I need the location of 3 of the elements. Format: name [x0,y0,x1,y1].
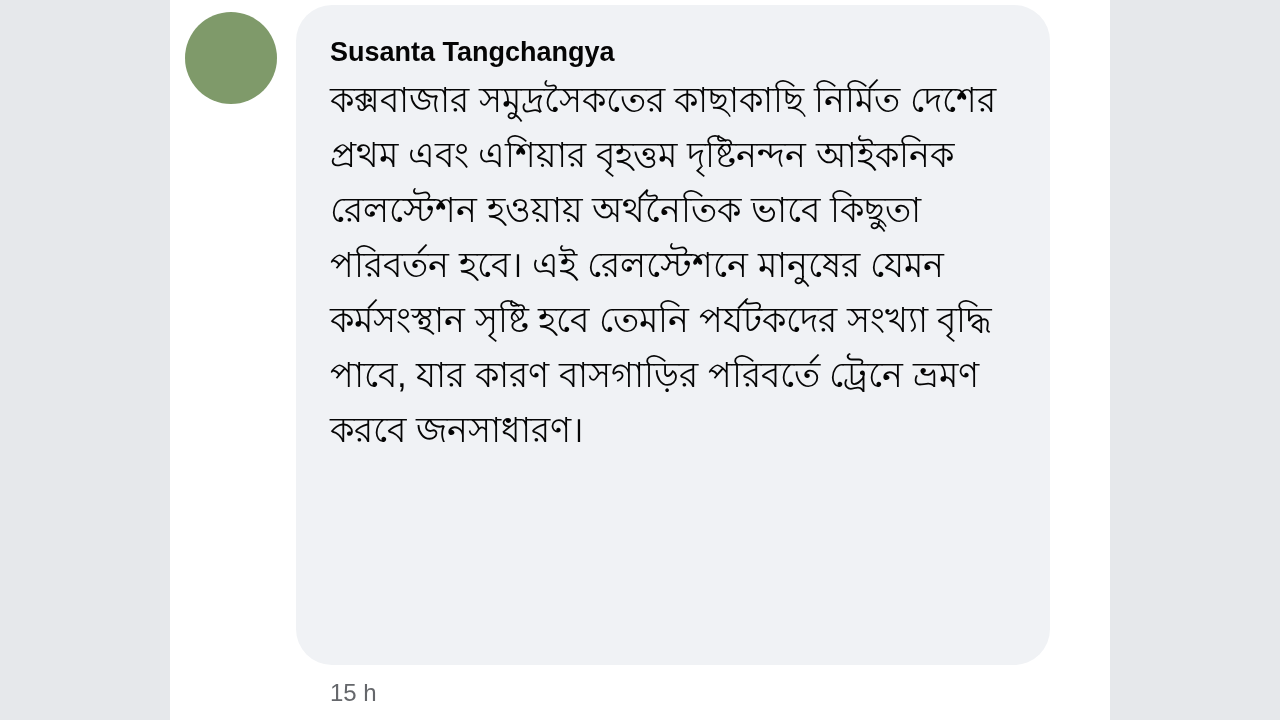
comment-text: কক্সবাজার সমুদ্রসৈকতের কাছাকাছি নির্মিত দেশের প্রথম এবং এশিয়ার বৃহত্তম দৃষ্টিনন্দন আইকনিক রেলস্টেশন হওয়ায় অর্থনৈতিক ভাবে কিছুতা পরিবর্তন হবে। এই রেলস্টেশনে মানুষের যেমন কর্মসংস্থান সৃষ্টি হবে তেমনি পর্যটকদের সংখ্যা বৃদ্ধি পাবে, যার কারণ বাসগাড়ির পরিবর্তে ট্রেনে ভ্রমণ করবে জনসাধারণ। [330,78,998,451]
author-name[interactable]: Susanta Tangchangya [330,37,615,68]
timestamp[interactable]: 15 h [330,679,377,707]
